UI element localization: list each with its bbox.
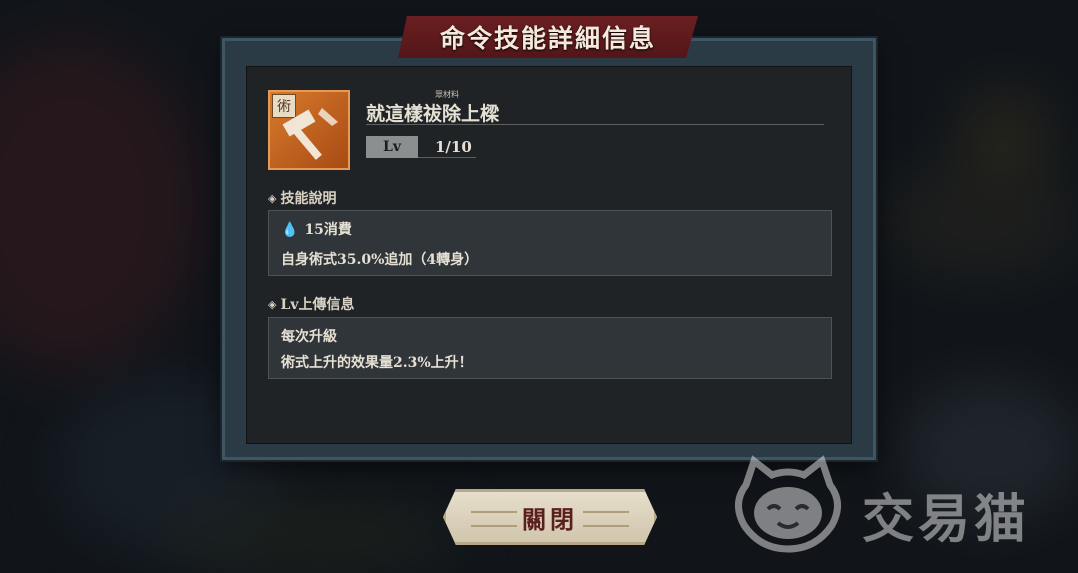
- skill-name: 就這樣祓除上樑: [366, 103, 500, 125]
- hammer-icon: [282, 108, 338, 160]
- ornament: [583, 511, 629, 527]
- cost-row: 💧 15消費: [281, 219, 352, 239]
- cost-text: 15消費: [304, 222, 352, 238]
- description-box: 💧 15消費 自身術式35.0%追加（4轉身）: [268, 210, 832, 276]
- close-button-label: 關閉: [522, 504, 578, 534]
- watermark-text: 交易猫: [862, 490, 1031, 550]
- effect-text: 自身術式35.0%追加（4轉身）: [281, 252, 479, 268]
- description-header: ◈ 技能說明: [268, 188, 336, 208]
- levelup-header: ◈ Lv上傳信息: [268, 294, 354, 314]
- cat-logo-icon: [735, 455, 841, 553]
- divider: [418, 157, 476, 158]
- diamond-icon: ◈: [268, 297, 277, 311]
- levelup-line-2: 術式上升的效果量2.3%上升！: [281, 355, 473, 371]
- dialog-title: 命令技能詳細信息: [439, 24, 656, 53]
- ornament: [471, 511, 517, 527]
- divider: [366, 124, 824, 125]
- level-label: Lv: [366, 136, 418, 158]
- levelup-header-label: Lv上傳信息: [280, 297, 355, 313]
- levelup-box: 每次升級 術式上升的效果量2.3%上升！: [268, 317, 832, 379]
- water-drop-icon: 💧: [281, 222, 299, 238]
- description-header-label: 技能說明: [280, 191, 337, 207]
- levelup-line-1: 每次升級: [281, 329, 337, 345]
- close-button[interactable]: 關閉: [443, 489, 657, 545]
- level-value: 1/10: [435, 138, 472, 156]
- skill-icon: 術: [268, 90, 350, 170]
- diamond-icon: ◈: [268, 191, 277, 205]
- dialog-title-banner: 命令技能詳細信息: [398, 16, 698, 58]
- watermark: 交易猫: [728, 455, 1058, 555]
